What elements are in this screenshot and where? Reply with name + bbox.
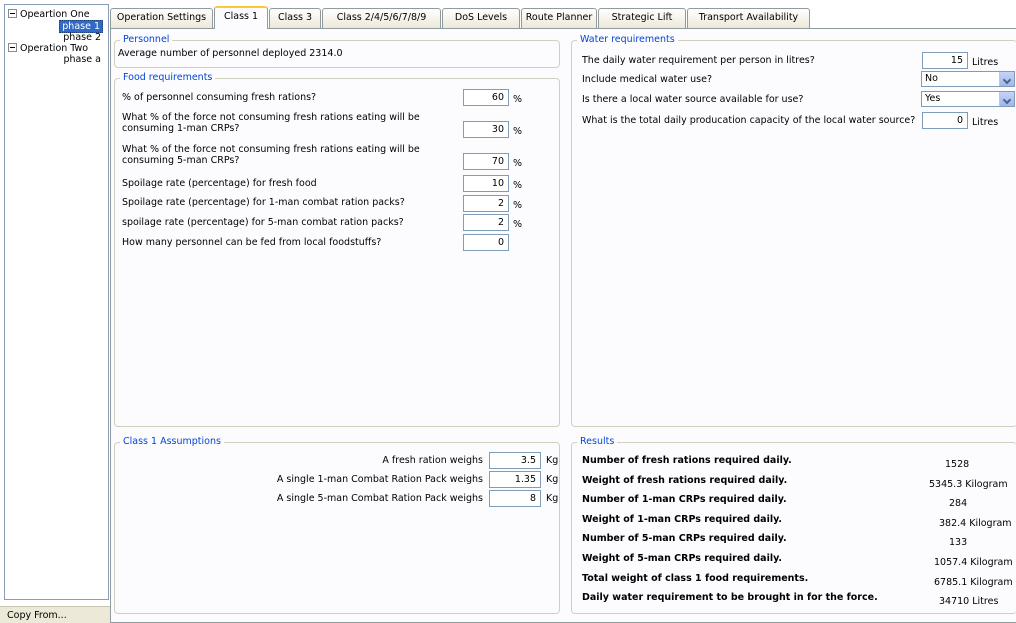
fresh-rations-unit: % — [513, 94, 523, 105]
class-1-panel: Personnel Average number of personnel de… — [110, 28, 1016, 623]
five-man-crp-input[interactable]: 70 — [463, 153, 509, 170]
one-man-spoilage-unit: % — [513, 200, 523, 211]
five-man-crp-count-value: 133 — [949, 537, 968, 548]
fresh-rations-count-value: 1528 — [945, 459, 970, 470]
five-man-spoilage-unit: % — [513, 219, 523, 230]
daily-water-result-label: Daily water requirement to be brought in… — [582, 592, 878, 603]
fresh-ration-weight-label: A fresh ration weighs — [382, 455, 483, 466]
five-man-spoilage-input[interactable]: 2 — [463, 214, 509, 231]
capacity-label: What is the total daily producation capa… — [582, 115, 916, 126]
tab-dos-levels[interactable]: DoS Levels — [442, 8, 520, 28]
daily-water-result-value: 34710 Litres — [939, 596, 999, 607]
water-requirements-title: Water requirements — [577, 34, 678, 46]
fresh-spoilage-input[interactable]: 10 — [463, 175, 509, 192]
local-foodstuffs-input[interactable]: 0 — [463, 234, 509, 251]
collapse-icon[interactable] — [8, 43, 17, 52]
water-requirements-group: Water requirements The daily water requi… — [571, 34, 1016, 427]
five-man-crp-weight-result-value: 1057.4 Kilogram — [934, 557, 1013, 568]
one-man-crp-weight-input[interactable]: 1.35 — [489, 471, 541, 488]
tree-node-label: Opeartion One — [20, 9, 90, 20]
copy-from-button[interactable]: Copy From... — [0, 606, 110, 623]
personnel-group: Personnel Average number of personnel de… — [114, 34, 560, 68]
class-1-assumptions-title: Class 1 Assumptions — [120, 436, 224, 448]
chevron-down-icon[interactable] — [999, 92, 1014, 106]
one-man-crp-input[interactable]: 30 — [463, 121, 509, 138]
one-man-crp-label: What % of the force not consuming fresh … — [122, 112, 420, 134]
personnel-deployed-text: Average number of personnel deployed 231… — [118, 48, 343, 59]
tree-item-phase-a[interactable]: phase a — [61, 54, 103, 65]
fresh-ration-weight-unit: Kg — [546, 455, 559, 466]
five-man-crp-weight-label: A single 5-man Combat Ration Pack weighs — [276, 493, 483, 504]
five-man-crp-unit: % — [513, 158, 523, 169]
fresh-spoilage-label: Spoilage rate (percentage) for fresh foo… — [122, 178, 317, 189]
daily-water-unit: Litres — [972, 57, 999, 68]
five-man-crp-weight-result-label: Weight of 5-man CRPs required daily. — [582, 553, 783, 564]
chevron-down-icon[interactable] — [999, 72, 1014, 86]
one-man-crp-count-value: 284 — [949, 498, 968, 509]
tab-class-1[interactable]: Class 1 — [214, 6, 268, 29]
five-man-spoilage-label: spoilage rate (percentage) for 5-man com… — [122, 217, 404, 228]
local-source-select[interactable]: Yes — [921, 91, 1015, 107]
one-man-crp-weight-result-label: Weight of 1-man CRPs required daily. — [582, 514, 783, 525]
class-1-assumptions-group: Class 1 Assumptions A fresh ration weigh… — [114, 436, 560, 614]
fresh-rations-weight-label: Weight of fresh rations required daily. — [582, 475, 788, 486]
one-man-spoilage-input[interactable]: 2 — [463, 195, 509, 212]
local-source-value: Yes — [925, 93, 941, 104]
tab-class-2-9[interactable]: Class 2/4/5/6/7/8/9 — [322, 8, 441, 28]
tree-node-operation-one[interactable]: Opeartion One — [8, 9, 90, 20]
results-title: Results — [577, 436, 618, 448]
five-man-crp-count-label: Number of 5-man CRPs required daily. — [582, 533, 787, 544]
one-man-crp-count-label: Number of 1-man CRPs required daily. — [582, 494, 787, 505]
tree-item-phase-2[interactable]: phase 2 — [61, 32, 103, 43]
tree-node-operation-two[interactable]: Operation Two — [8, 43, 88, 54]
daily-water-label: The daily water requirement per person i… — [582, 55, 815, 66]
medical-water-select[interactable]: No — [921, 71, 1015, 87]
one-man-crp-weight-unit: Kg — [546, 474, 559, 485]
collapse-icon[interactable] — [8, 9, 17, 18]
one-man-crp-unit: % — [513, 126, 523, 137]
daily-water-input[interactable]: 15 — [922, 52, 968, 69]
medical-water-label: Include medical water use? — [582, 74, 713, 85]
five-man-crp-weight-unit: Kg — [546, 493, 559, 504]
total-weight-value: 6785.1 Kilogram — [934, 577, 1013, 588]
fresh-rations-weight-value: 5345.3 Kilogram — [929, 479, 1008, 490]
fresh-spoilage-unit: % — [513, 180, 523, 191]
fresh-rations-label: % of personnel consuming fresh rations? — [122, 92, 317, 103]
medical-water-value: No — [925, 73, 938, 84]
fresh-rations-input[interactable]: 60 — [463, 89, 509, 106]
one-man-spoilage-label: Spoilage rate (percentage) for 1-man com… — [122, 197, 405, 208]
personnel-title: Personnel — [120, 34, 173, 46]
one-man-crp-weight-result-value: 382.4 Kilogram — [939, 518, 1012, 529]
one-man-crp-weight-label: A single 1-man Combat Ration Pack weighs — [276, 474, 483, 485]
tab-class-3[interactable]: Class 3 — [269, 8, 321, 28]
food-requirements-title: Food requirements — [120, 72, 216, 84]
food-requirements-group: Food requirements % of personnel consumi… — [114, 72, 560, 427]
fresh-ration-weight-input[interactable]: 3.5 — [489, 452, 541, 469]
tab-transport-availability[interactable]: Transport Availability — [687, 8, 810, 28]
results-group: Results Number of fresh rations required… — [571, 436, 1016, 614]
tree-node-label: Operation Two — [20, 43, 89, 54]
local-foodstuffs-label: How many personnel can be fed from local… — [122, 237, 382, 248]
total-weight-label: Total weight of class 1 food requirement… — [582, 573, 809, 584]
operations-tree[interactable]: Opeartion One phase 1 phase 2 Operation … — [4, 4, 109, 600]
five-man-crp-label: What % of the force not consuming fresh … — [122, 144, 420, 166]
local-source-label: Is there a local water source available … — [582, 94, 804, 105]
capacity-input[interactable]: 0 — [922, 112, 968, 129]
tab-route-planner[interactable]: Route Planner — [521, 8, 597, 28]
capacity-unit: Litres — [972, 117, 999, 128]
fresh-rations-count-label: Number of fresh rations required daily. — [582, 455, 792, 466]
tab-operation-settings[interactable]: Operation Settings — [110, 8, 213, 28]
tab-strategic-lift[interactable]: Strategic Lift — [598, 8, 686, 28]
five-man-crp-weight-input[interactable]: 8 — [489, 490, 541, 507]
